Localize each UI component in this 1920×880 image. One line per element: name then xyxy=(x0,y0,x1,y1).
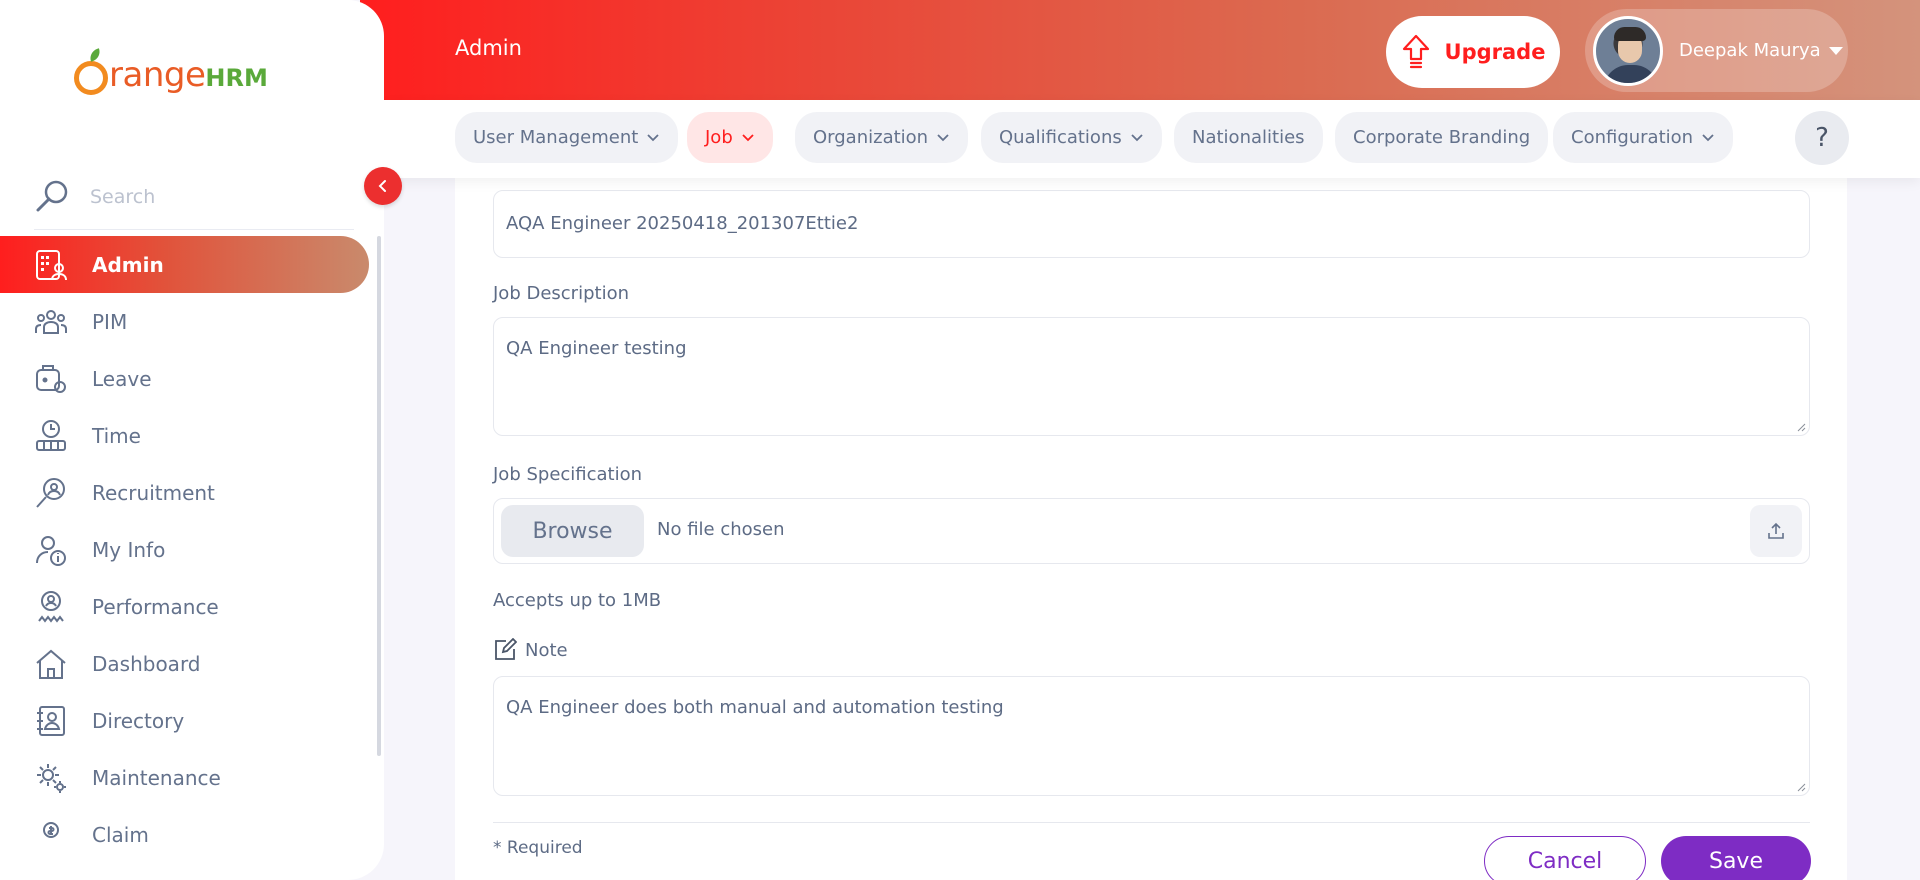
browse-button[interactable]: Browse xyxy=(501,505,644,557)
upgrade-button[interactable]: Upgrade xyxy=(1386,16,1560,88)
tab-label: Job xyxy=(705,127,733,148)
admin-top-nav: User Management Job Organization Qualifi… xyxy=(384,100,1920,178)
sidebar-scrollbar[interactable] xyxy=(377,236,381,756)
job-specification-file-input[interactable]: Browse No file chosen xyxy=(493,498,1810,564)
sidebar-item-label: Recruitment xyxy=(92,480,215,505)
sidebar-item-dashboard[interactable]: Dashboard xyxy=(0,635,370,692)
upload-button[interactable] xyxy=(1750,505,1802,557)
avatar xyxy=(1593,15,1663,86)
job-description-text: QA Engineer testing xyxy=(506,338,687,359)
job-title-form: AQA Engineer 20250418_201307Ettie2 Job D… xyxy=(455,178,1847,880)
sidebar-item-label: Maintenance xyxy=(92,765,221,790)
tab-label: Configuration xyxy=(1571,127,1694,148)
resize-handle-icon[interactable] xyxy=(1796,782,1806,792)
help-button[interactable]: ? xyxy=(1795,111,1849,165)
search-icon xyxy=(36,180,68,211)
top-header: Admin Upgrade Deepak Maurya xyxy=(360,0,1920,100)
sidebar: range HRM Search Admin PIM Leave Time Re… xyxy=(0,0,384,880)
upload-icon xyxy=(1768,522,1784,539)
tab-job[interactable]: Job xyxy=(687,112,773,163)
sidebar-item-label: PIM xyxy=(92,309,128,334)
user-menu[interactable]: Deepak Maurya xyxy=(1585,9,1848,92)
chevron-down-icon xyxy=(742,133,754,141)
upgrade-arrow-icon xyxy=(1402,34,1429,69)
sidebar-search[interactable]: Search xyxy=(34,164,354,230)
sidebar-item-claim[interactable]: Claim xyxy=(0,806,370,863)
chevron-down-icon xyxy=(647,133,659,141)
cancel-button[interactable]: Cancel xyxy=(1484,836,1646,880)
dashboard-icon xyxy=(34,647,68,681)
pim-icon xyxy=(34,305,68,339)
recruitment-icon xyxy=(34,476,68,510)
sidebar-item-label: My Info xyxy=(92,537,166,562)
sidebar-item-recruitment[interactable]: Recruitment xyxy=(0,464,370,521)
tab-label: Organization xyxy=(813,127,929,148)
file-status: No file chosen xyxy=(657,519,785,540)
sidebar-item-my-info[interactable]: My Info xyxy=(0,521,370,578)
tab-qualifications[interactable]: Qualifications xyxy=(981,112,1162,163)
admin-icon xyxy=(34,248,68,282)
user-name: Deepak Maurya xyxy=(1679,40,1821,61)
page-title: Admin xyxy=(455,36,522,60)
chevron-left-icon xyxy=(378,180,386,192)
sidebar-item-directory[interactable]: Directory xyxy=(0,692,370,749)
time-icon xyxy=(34,419,68,453)
tab-organization[interactable]: Organization xyxy=(795,112,969,163)
required-hint: * Required xyxy=(493,838,583,858)
chevron-down-icon xyxy=(937,133,949,141)
job-specification-label: Job Specification xyxy=(493,464,643,485)
upgrade-label: Upgrade xyxy=(1444,40,1546,64)
tab-label: Corporate Branding xyxy=(1353,127,1531,148)
edit-note-icon xyxy=(495,638,517,660)
note-label: Note xyxy=(525,639,568,661)
sidebar-collapse-button[interactable] xyxy=(364,167,402,205)
sidebar-item-label: Leave xyxy=(92,366,152,391)
leave-icon xyxy=(34,362,68,396)
sidebar-item-time[interactable]: Time xyxy=(0,407,370,464)
sidebar-item-label: Claim xyxy=(92,822,149,847)
tab-nationalities[interactable]: Nationalities xyxy=(1174,112,1323,163)
sidebar-item-label: Time xyxy=(92,423,141,448)
sidebar-item-label: Admin xyxy=(92,252,164,277)
claim-icon xyxy=(34,818,68,852)
accepts-hint: Accepts up to 1MB xyxy=(493,590,662,611)
chevron-down-icon xyxy=(1131,133,1143,141)
save-button[interactable]: Save xyxy=(1661,836,1811,880)
chevron-down-icon xyxy=(1702,133,1714,141)
sidebar-item-performance[interactable]: Performance xyxy=(0,578,370,635)
sidebar-item-label: Directory xyxy=(92,708,185,733)
sidebar-item-admin[interactable]: Admin xyxy=(0,236,369,293)
tab-corporate-branding[interactable]: Corporate Branding xyxy=(1335,112,1549,163)
sidebar-item-maintenance[interactable]: Maintenance xyxy=(0,749,370,806)
tab-label: User Management xyxy=(473,127,639,148)
search-input[interactable]: Search xyxy=(90,186,155,208)
job-description-textarea[interactable]: QA Engineer testing xyxy=(493,317,1810,436)
job-title-input[interactable]: AQA Engineer 20250418_201307Ettie2 xyxy=(493,190,1810,258)
tab-label: Nationalities xyxy=(1192,127,1305,148)
job-description-label: Job Description xyxy=(493,283,629,304)
orangehrm-logo[interactable]: range HRM xyxy=(74,48,268,100)
caret-down-icon xyxy=(1828,46,1843,55)
note-heading: Note xyxy=(493,638,568,662)
sidebar-item-leave[interactable]: Leave xyxy=(0,350,370,407)
my-info-icon xyxy=(34,533,68,567)
resize-handle-icon[interactable] xyxy=(1796,422,1806,432)
performance-icon xyxy=(34,590,68,624)
form-divider xyxy=(493,822,1810,823)
directory-icon xyxy=(34,704,68,738)
tab-configuration[interactable]: Configuration xyxy=(1553,112,1734,163)
maintenance-icon xyxy=(34,761,68,795)
tab-user-management[interactable]: User Management xyxy=(455,112,679,163)
note-text: QA Engineer does both manual and automat… xyxy=(506,697,1004,718)
sidebar-item-pim[interactable]: PIM xyxy=(0,293,370,350)
sidebar-item-label: Dashboard xyxy=(92,651,201,676)
orange-logo-icon xyxy=(74,48,108,95)
main-menu: Admin PIM Leave Time Recruitment My Info… xyxy=(0,236,370,863)
note-textarea[interactable]: QA Engineer does both manual and automat… xyxy=(493,676,1810,796)
sidebar-item-label: Performance xyxy=(92,594,219,619)
tab-label: Qualifications xyxy=(999,127,1122,148)
